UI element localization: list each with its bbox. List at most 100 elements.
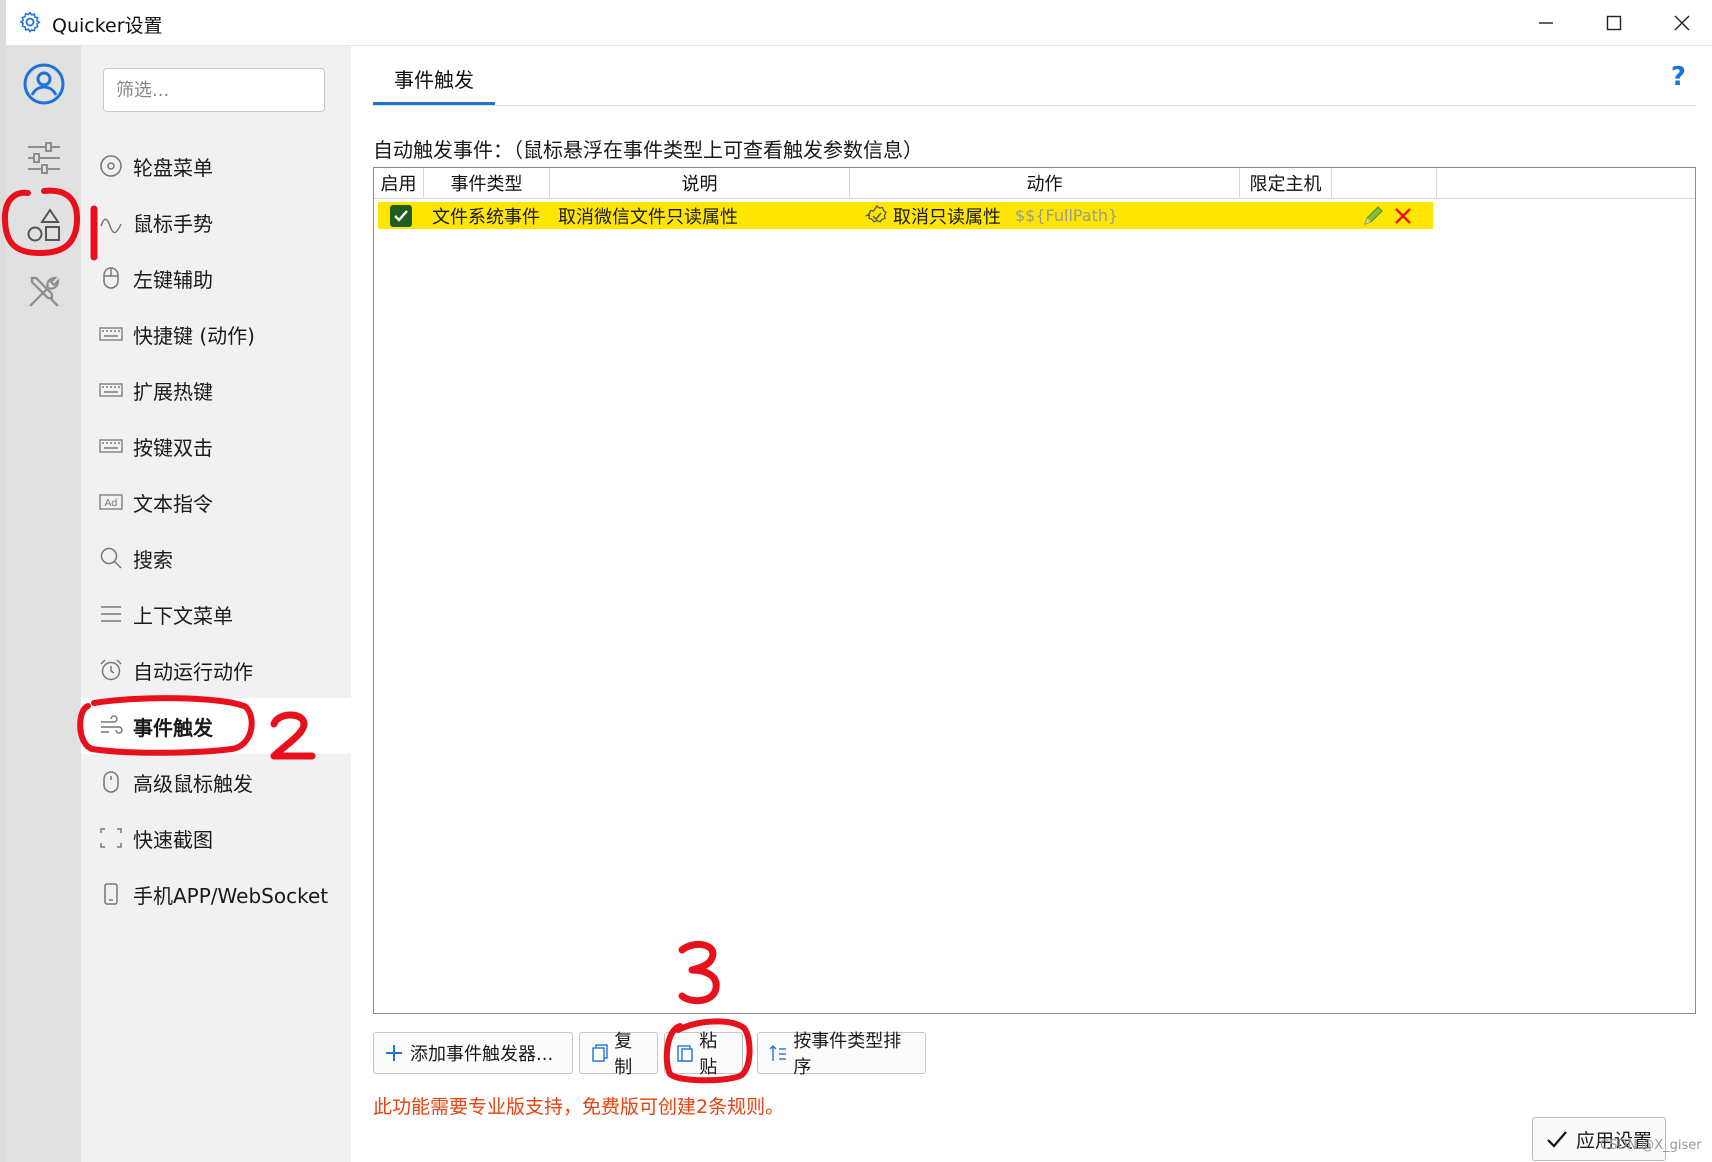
copy-button[interactable]: 复制 <box>579 1031 658 1078</box>
shapes-icon <box>27 208 60 242</box>
alarm-icon <box>98 657 124 683</box>
checkmark-icon <box>1547 1131 1567 1148</box>
add-trigger-button[interactable]: 添加事件触发器... <box>373 1032 573 1074</box>
description-cell: 取消微信文件只读属性 <box>558 206 738 228</box>
plus-icon <box>386 1045 402 1061</box>
tab-divider <box>373 105 1696 106</box>
nav-item-search[interactable]: 搜索 <box>81 530 351 586</box>
column-header-enabled[interactable]: 启用 <box>374 168 424 198</box>
minimize-icon <box>1539 21 1553 24</box>
nav-label: 扩展热键 <box>133 379 213 404</box>
phone-icon <box>98 881 124 907</box>
table-header: 启用 事件类型 说明 动作 限定主机 <box>374 168 1695 199</box>
filter-input[interactable] <box>103 68 325 112</box>
nav-label: 左键辅助 <box>133 267 213 292</box>
help-button[interactable]: ? <box>1671 62 1686 92</box>
delete-icon <box>1395 207 1411 224</box>
window-title: Quicker设置 <box>52 15 163 37</box>
close-button[interactable] <box>1648 0 1712 45</box>
nav-label: 鼠标手势 <box>133 211 213 236</box>
nav-item-text-command[interactable]: Ad 文本指令 <box>81 474 351 530</box>
nav-label: 快捷键 (动作) <box>133 323 255 348</box>
nav-item-extended-hotkey[interactable]: 扩展热键 <box>81 362 351 418</box>
category-rail <box>6 46 81 1162</box>
column-header-description[interactable]: 说明 <box>550 168 850 198</box>
settings-window: Quicker设置 筛选... 轮盘菜单 鼠标手势 左键辅助 快捷键 (动作) … <box>0 0 1712 1162</box>
sort-label: 按事件类型排序 <box>793 1031 902 1078</box>
user-icon <box>23 63 65 105</box>
ad-icon: Ad <box>98 489 124 515</box>
column-header-event-type[interactable]: 事件类型 <box>424 168 550 198</box>
checkbox-checked-icon <box>390 204 412 227</box>
wind-icon <box>98 713 124 739</box>
nav-label: 手机APP/WebSocket <box>133 883 329 908</box>
paste-label: 粘贴 <box>699 1031 718 1078</box>
rail-settings[interactable] <box>22 136 66 180</box>
keyboard-icon <box>98 433 124 459</box>
paste-button[interactable]: 粘贴 <box>664 1031 743 1078</box>
tools-icon <box>29 276 60 307</box>
minimize-button[interactable] <box>1512 0 1580 45</box>
nav-item-event-trigger[interactable]: 事件触发 <box>81 698 351 754</box>
menu-icon <box>98 601 124 627</box>
svg-text:Ad: Ad <box>104 498 117 509</box>
nav-item-advanced-mouse[interactable]: 高级鼠标触发 <box>81 754 351 810</box>
nav-label: 自动运行动作 <box>133 659 253 684</box>
action-param: $${FullPath} <box>1015 206 1119 225</box>
nav-item-hotkey-action[interactable]: 快捷键 (动作) <box>81 306 351 362</box>
column-header-tools <box>1332 168 1437 198</box>
section-hint: 自动触发事件：（鼠标悬浮在事件类型上可查看触发参数信息） <box>373 138 923 162</box>
rail-triggers[interactable] <box>22 204 66 248</box>
nav-item-wheel-menu[interactable]: 轮盘菜单 <box>81 138 351 194</box>
mouse-icon <box>98 265 124 291</box>
event-type-cell[interactable]: 文件系统事件 <box>432 202 540 229</box>
mouse-icon <box>98 769 124 795</box>
maximize-button[interactable] <box>1580 0 1648 45</box>
column-header-host[interactable]: 限定主机 <box>1240 168 1332 198</box>
nav-item-mouse-gesture[interactable]: 鼠标手势 <box>81 194 351 250</box>
column-header-action[interactable]: 动作 <box>850 168 1240 198</box>
keyboard-icon <box>98 377 124 403</box>
table-row[interactable]: 文件系统事件 取消微信文件只读属性 取消只读属性 $${FullPath} <box>378 202 1433 229</box>
nav-item-left-click-assist[interactable]: 左键辅助 <box>81 250 351 306</box>
add-trigger-label: 添加事件触发器... <box>410 1044 554 1065</box>
sort-icon <box>769 1045 786 1061</box>
copy-icon <box>592 1044 608 1062</box>
rail-account[interactable] <box>22 62 66 106</box>
sort-by-type-button[interactable]: 按事件类型排序 <box>757 1031 926 1078</box>
sliders-icon <box>28 142 60 174</box>
trigger-table: 启用 事件类型 说明 动作 限定主机 文件系统事件 取消微信文件只读属性 取消只… <box>373 167 1696 1014</box>
nav-item-key-double-click[interactable]: 按键双击 <box>81 418 351 474</box>
nav-label: 高级鼠标触发 <box>133 771 253 796</box>
close-icon <box>1674 15 1690 30</box>
action-cell[interactable]: 取消只读属性 $${FullPath} <box>865 202 1118 229</box>
gesture-icon <box>98 209 124 235</box>
tab-event-trigger[interactable]: 事件触发 <box>373 64 495 106</box>
maximize-icon <box>1606 15 1622 30</box>
rail-tools[interactable] <box>22 270 66 314</box>
nav-label: 事件触发 <box>133 715 213 740</box>
gear-icon <box>19 11 41 33</box>
nav-label: 搜索 <box>133 547 173 572</box>
nav-label: 按键双击 <box>133 435 213 460</box>
nav-label: 上下文菜单 <box>133 603 233 628</box>
nav-item-auto-run[interactable]: 自动运行动作 <box>81 642 351 698</box>
nav-item-mobile-app[interactable]: 手机APP/WebSocket <box>81 866 351 922</box>
nav-item-quick-screenshot[interactable]: 快速截图 <box>81 810 351 866</box>
nav-label: 轮盘菜单 <box>133 155 213 180</box>
paste-icon <box>677 1045 693 1062</box>
enabled-checkbox[interactable] <box>390 202 412 229</box>
wheel-icon <box>98 153 124 179</box>
nav-label: 快速截图 <box>133 827 213 852</box>
pencil-icon <box>1364 205 1383 225</box>
nav-label: 文本指令 <box>133 491 213 516</box>
edit-button[interactable] <box>1362 202 1384 229</box>
main-panel: 事件触发 ? 自动触发事件：（鼠标悬浮在事件类型上可查看触发参数信息） 启用 事… <box>351 46 1712 1162</box>
action-name: 取消只读属性 <box>893 206 1001 228</box>
copy-label: 复制 <box>614 1031 633 1078</box>
delete-button[interactable] <box>1394 202 1412 229</box>
search-icon <box>98 545 124 571</box>
screenshot-icon <box>98 825 124 851</box>
nav-item-context-menu[interactable]: 上下文菜单 <box>81 586 351 642</box>
settings-nav: 轮盘菜单 鼠标手势 左键辅助 快捷键 (动作) 扩展热键 按键双击 Ad 文本指… <box>81 46 351 1162</box>
